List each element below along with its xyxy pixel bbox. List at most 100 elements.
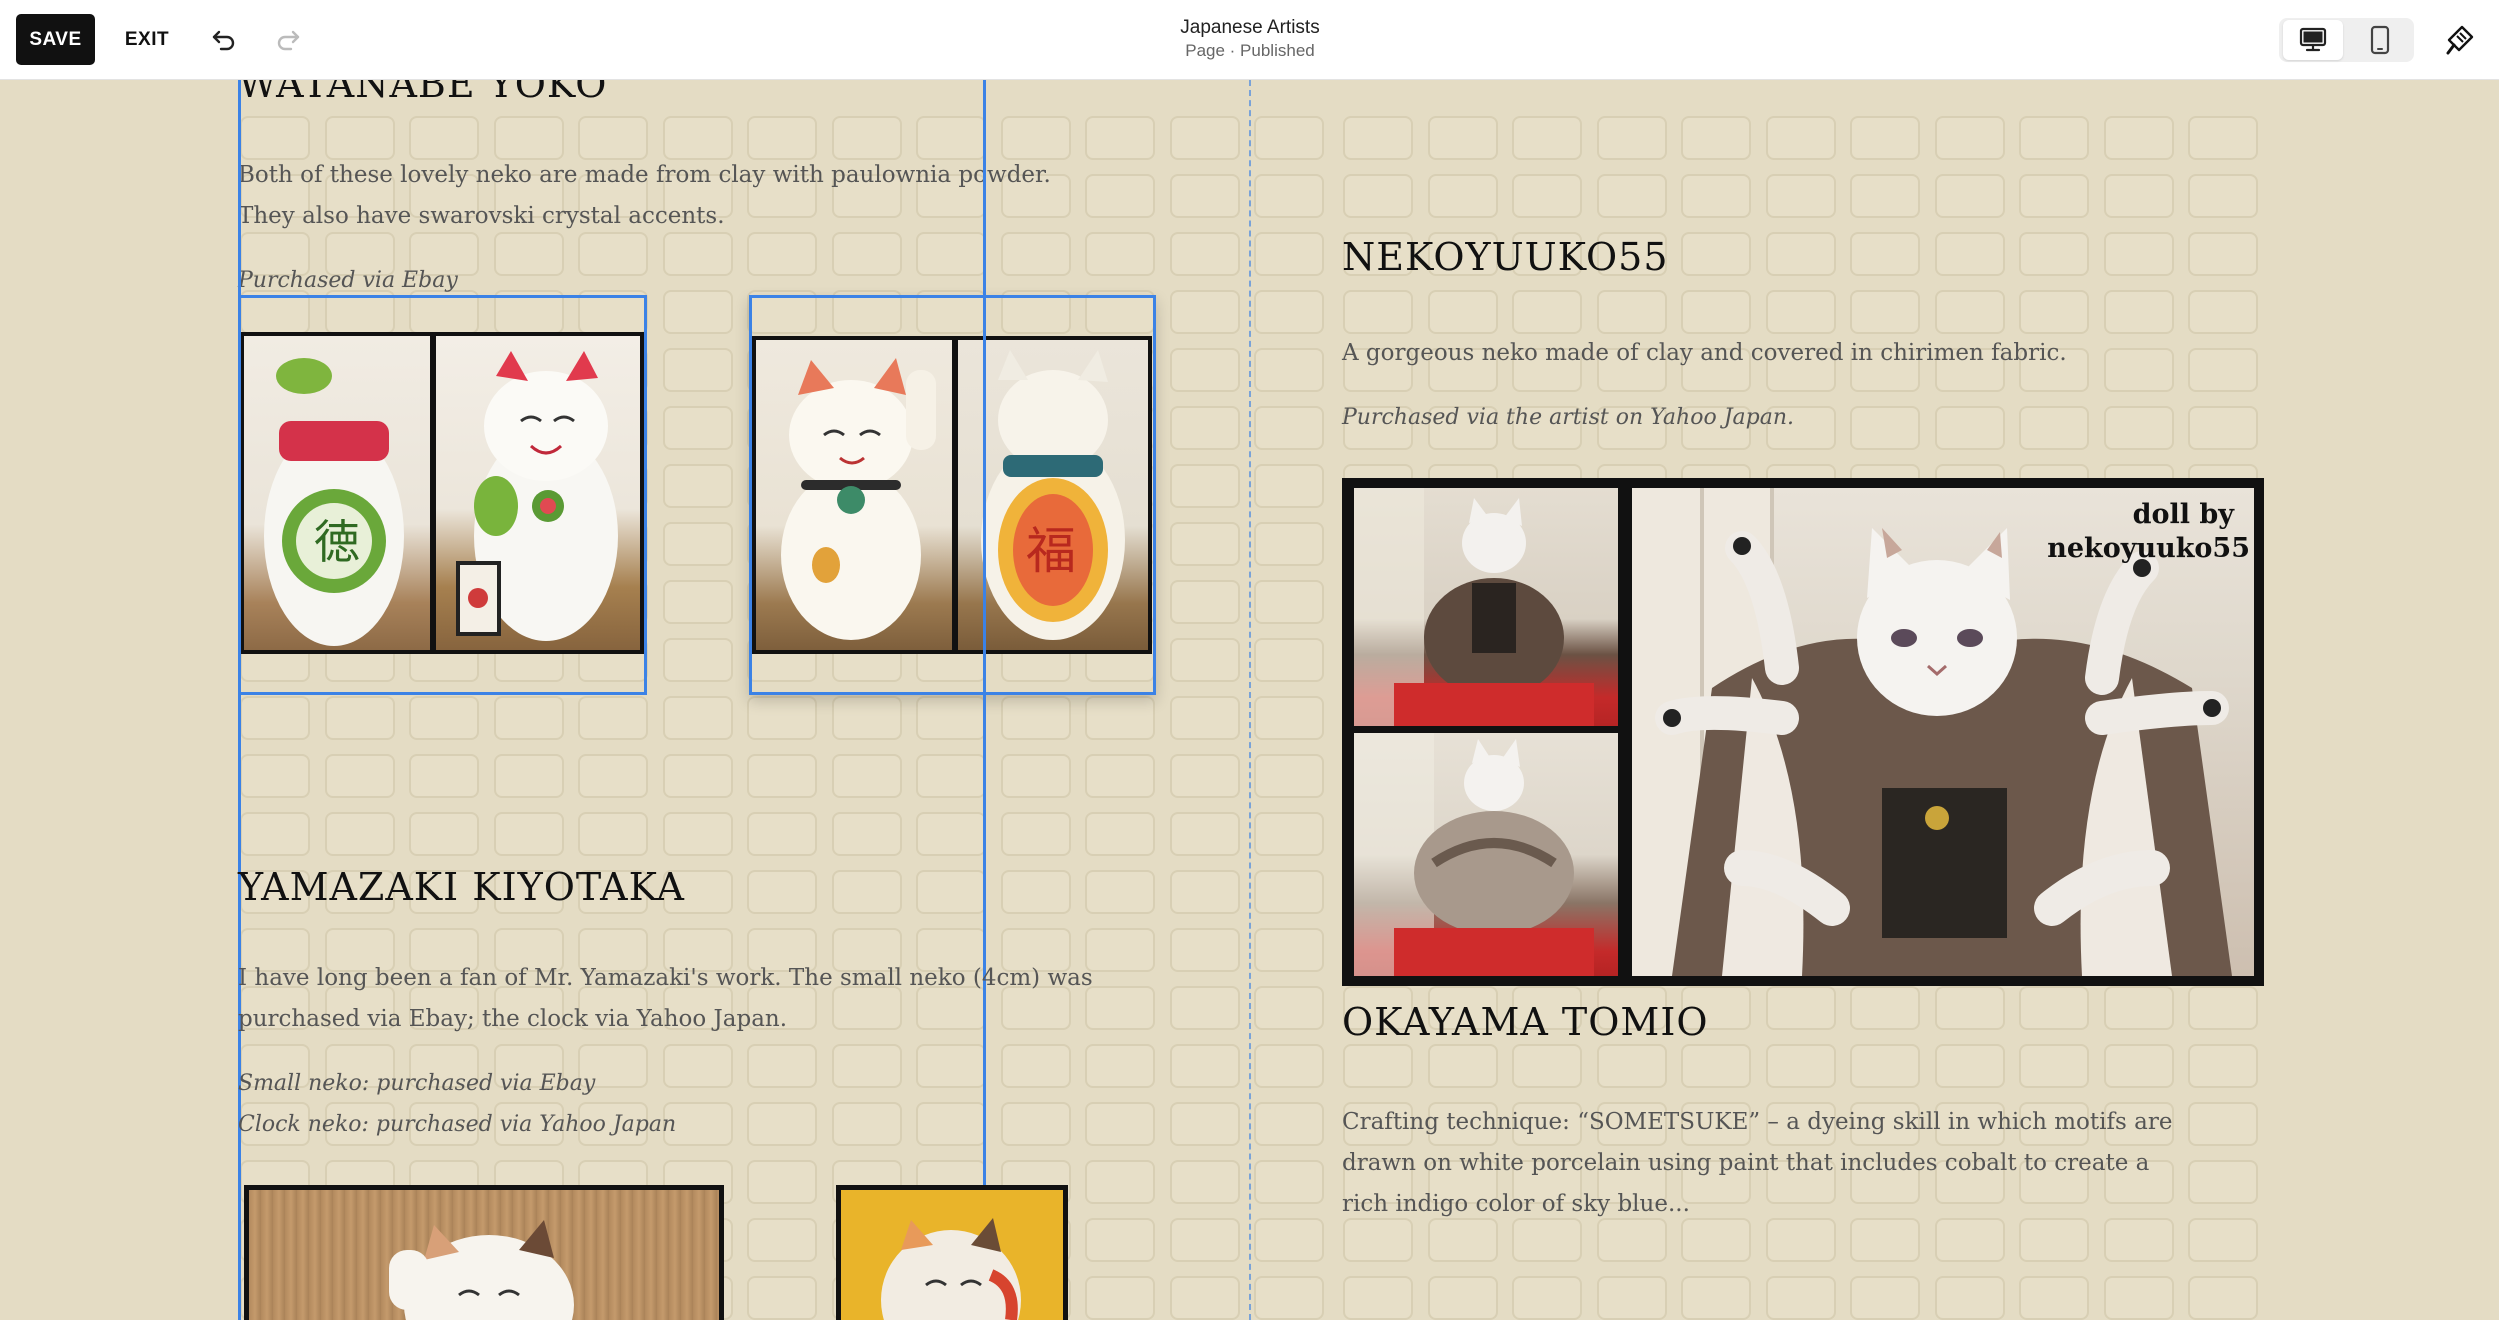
okayama-paragraph-line3[interactable]: rich indigo color of sky blue... xyxy=(1342,1184,1690,1225)
yamazaki-image-2[interactable] xyxy=(836,1185,1068,1320)
grid-cell xyxy=(578,232,648,276)
grid-cell xyxy=(747,116,817,160)
site-styles-icon[interactable] xyxy=(2437,18,2481,62)
grid-cell xyxy=(1254,696,1324,740)
grid-cell xyxy=(1850,406,1920,450)
grid-cell xyxy=(240,696,310,740)
grid-cell xyxy=(1681,116,1751,160)
grid-cell xyxy=(916,696,986,740)
okayama-paragraph-line1[interactable]: Crafting technique: “SOMETSUKE” – a dyei… xyxy=(1342,1102,2172,1143)
redo-icon[interactable] xyxy=(268,20,308,60)
nekoyuuko-paragraph[interactable]: A gorgeous neko made of clay and covered… xyxy=(1342,333,2067,374)
section-heading-nekoyuuko55[interactable]: NEKOYUUKO55 xyxy=(1342,235,1669,279)
grid-cell xyxy=(831,754,902,798)
alignment-guide xyxy=(983,80,986,1320)
grid-cell xyxy=(2019,290,2089,334)
grid-cell xyxy=(916,754,986,798)
mobile-view-icon[interactable] xyxy=(2350,20,2410,60)
okayama-paragraph-line2[interactable]: drawn on white porcelain using paint tha… xyxy=(1342,1143,2149,1184)
grid-cell xyxy=(1169,870,1240,914)
grid-cell xyxy=(1254,406,1324,450)
grid-cell xyxy=(2019,1218,2089,1262)
grid-cell xyxy=(916,232,986,276)
page-status: Page · Published xyxy=(1185,41,1315,60)
grid-cell xyxy=(1512,290,1582,334)
grid-cell xyxy=(1512,116,1582,160)
selected-image-block[interactable] xyxy=(749,295,1156,695)
grid-cell xyxy=(1512,1044,1582,1088)
grid-cell xyxy=(1254,1276,1324,1320)
grid-cell xyxy=(1085,870,1155,914)
grid-cell xyxy=(578,116,648,160)
grid-cell xyxy=(493,696,564,740)
yamazaki-paragraph-line2[interactable]: purchased via Ebay; the clock via Yahoo … xyxy=(238,999,787,1040)
yamazaki-note-clock-neko[interactable]: Clock neko: purchased via Yahoo Japan xyxy=(238,1104,676,1145)
grid-cell xyxy=(578,696,648,740)
grid-cell xyxy=(1085,116,1155,160)
undo-icon[interactable] xyxy=(204,20,244,60)
grid-cell xyxy=(324,812,395,856)
grid-cell xyxy=(1169,348,1240,392)
grid-cell xyxy=(2188,348,2258,392)
watanabe-paragraph-line1[interactable]: Both of these lovely neko are made from … xyxy=(238,155,1051,196)
grid-cell xyxy=(493,812,564,856)
save-button[interactable]: SAVE xyxy=(16,14,95,65)
grid-cell xyxy=(1765,232,1836,276)
section-heading-watanabe[interactable]: WATANABE YOKO xyxy=(238,80,607,106)
grid-cell xyxy=(1169,1044,1240,1088)
grid-cell xyxy=(831,1102,902,1146)
exit-button[interactable]: EXIT xyxy=(112,14,182,65)
grid-cell xyxy=(747,696,817,740)
grid-cell xyxy=(1169,696,1240,740)
nekoyuuko-doll-image[interactable]: doll by nekoyuuko55 xyxy=(1342,478,2264,986)
grid-cell xyxy=(2188,1102,2258,1146)
grid-cell xyxy=(1254,870,1324,914)
grid-cell xyxy=(662,406,733,450)
grid-cell xyxy=(1254,638,1324,682)
grid-cell xyxy=(2188,1044,2258,1088)
grid-cell xyxy=(2019,174,2089,218)
grid-cell xyxy=(2019,406,2089,450)
grid-cell xyxy=(240,812,310,856)
grid-cell xyxy=(1169,638,1240,682)
grid-cell xyxy=(2188,232,2258,276)
grid-cell xyxy=(1681,290,1751,334)
grid-cell xyxy=(1850,1276,1920,1320)
doll-watermark-line1: doll by xyxy=(2132,499,2234,530)
grid-cell xyxy=(1427,1276,1498,1320)
yamazaki-paragraph-line1[interactable]: I have long been a fan of Mr. Yamazaki's… xyxy=(238,958,1093,999)
doll-watermark-line2: nekoyuuko55 xyxy=(2047,533,2250,564)
grid-cell xyxy=(324,754,395,798)
section-heading-okayama[interactable]: OKAYAMA TOMIO xyxy=(1342,1000,1709,1044)
grid-cell xyxy=(1085,1160,1155,1204)
watanabe-paragraph-line2[interactable]: They also have swarovski crystal accents… xyxy=(238,196,725,237)
grid-cell xyxy=(916,812,986,856)
grid-cell xyxy=(1085,928,1155,972)
grid-cell xyxy=(1169,522,1240,566)
grid-cell xyxy=(1681,1044,1751,1088)
selected-image-block[interactable] xyxy=(238,295,647,695)
page-title: Japanese Artists xyxy=(1180,17,1320,38)
grid-cell xyxy=(1000,1044,1071,1088)
yamazaki-note-small-neko[interactable]: Small neko: purchased via Ebay xyxy=(238,1063,595,1104)
grid-cell xyxy=(1254,232,1324,276)
grid-cell xyxy=(1934,174,2005,218)
grid-cell xyxy=(1000,812,1071,856)
grid-cell xyxy=(1934,406,2005,450)
grid-cell xyxy=(240,116,310,160)
grid-cell xyxy=(1169,1218,1240,1262)
desktop-view-icon[interactable] xyxy=(2283,20,2343,60)
yamazaki-image-1[interactable] xyxy=(244,1185,724,1320)
grid-cell xyxy=(1169,406,1240,450)
grid-cell xyxy=(2188,174,2258,218)
nekoyuuko-purchase-note[interactable]: Purchased via the artist on Yahoo Japan. xyxy=(1342,397,1794,438)
section-heading-yamazaki[interactable]: YAMAZAKI KIYOTAKA xyxy=(238,865,685,909)
grid-cell xyxy=(1681,232,1751,276)
grid-cell xyxy=(747,1102,817,1146)
grid-cell xyxy=(2103,1044,2174,1088)
grid-cell xyxy=(916,870,986,914)
grid-cell xyxy=(1254,116,1324,160)
grid-cell xyxy=(1254,986,1324,1030)
grid-cell xyxy=(409,696,479,740)
grid-cell xyxy=(1085,1044,1155,1088)
